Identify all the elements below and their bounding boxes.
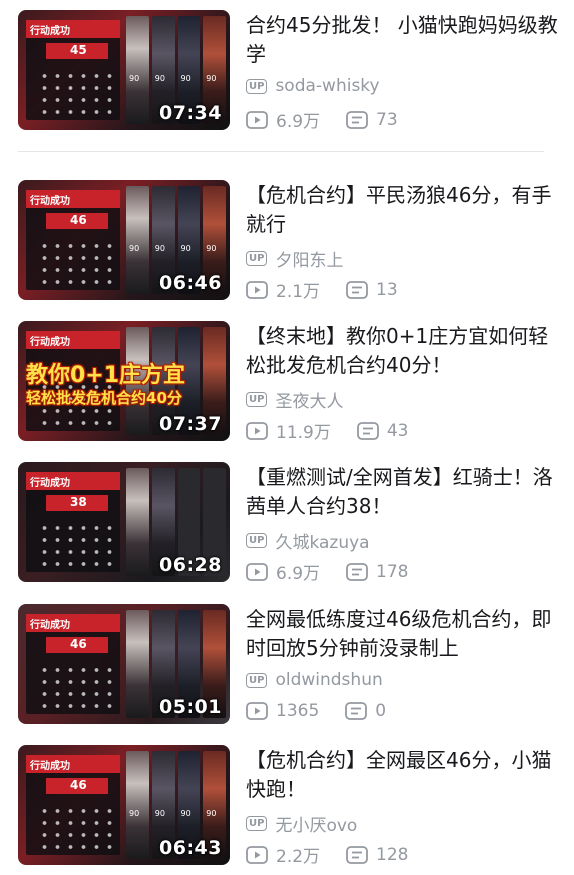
thumbnail-result-panel: 行动成功 38 <box>26 472 120 572</box>
view-count: 2.2万 <box>276 847 321 867</box>
video-title[interactable]: 【危机合约】全网最区46分，小猫快跑！ <box>246 746 558 804</box>
video-duration: 06:43 <box>159 837 222 859</box>
uploader-name: 久城kazuya <box>275 533 370 553</box>
video-thumbnail[interactable]: 行动成功 教你0+1庄方宜 轻松批发危机合约40分 07:37 <box>18 321 230 441</box>
uploader-badge-icon: UP <box>246 533 268 548</box>
uploader-name: soda-whisky <box>275 76 380 96</box>
comment-count-icon <box>345 702 368 720</box>
uploader-row[interactable]: UP 久城kazuya <box>246 528 370 553</box>
thumbnail-header-text: 行动成功 <box>30 337 70 348</box>
comment-count: 0 <box>375 701 387 721</box>
video-stats: 1365 0 <box>246 701 386 721</box>
video-card[interactable]: 行动成功 38 06:28 【重燃测试/全网首发】红骑士！洛茜单人合约38！ U… <box>18 462 558 584</box>
video-title[interactable]: 合约45分批发！ 小猫快跑妈妈级教学 <box>246 11 558 69</box>
video-card[interactable]: 行动成功 46 05:01 全网最低练度过46级危机合约，即时回放5分钟前没录制… <box>18 604 558 724</box>
view-count: 1365 <box>276 701 320 721</box>
uploader-badge-icon: UP <box>246 392 268 407</box>
uploader-row[interactable]: UP 夕阳东上 <box>246 246 343 271</box>
thumbnail-score: 46 <box>70 213 87 227</box>
video-duration: 07:37 <box>159 413 222 435</box>
uploader-row[interactable]: UP 圣夜大人 <box>246 387 343 412</box>
uploader-badge-icon: UP <box>246 816 268 831</box>
comment-count: 73 <box>376 109 398 130</box>
thumbnail-result-panel: 行动成功 46 <box>26 614 120 714</box>
video-duration: 07:34 <box>159 102 222 124</box>
uploader-badge-icon: UP <box>246 78 268 94</box>
thumbnail-score: 38 <box>70 495 87 509</box>
play-count-icon <box>246 110 268 129</box>
video-title[interactable]: 【危机合约】平民汤狼46分，有手就行 <box>246 181 558 239</box>
comment-count-icon <box>346 845 368 864</box>
play-count-icon <box>246 562 268 581</box>
comment-count: 178 <box>376 561 409 582</box>
thumbnail-score: 46 <box>70 637 87 651</box>
uploader-row[interactable]: UP 无小厌ovo <box>246 811 357 836</box>
uploader-name: oldwindshun <box>275 670 383 690</box>
view-count: 11.9万 <box>276 423 331 443</box>
thumbnail-score: 46 <box>70 778 87 792</box>
comment-count: 13 <box>376 279 398 300</box>
thumbnail-header-text: 行动成功 <box>30 761 70 772</box>
video-thumbnail[interactable]: 行动成功 45 90 90 90 90 07:34 <box>18 10 230 130</box>
video-card[interactable]: 行动成功 46 90 90 90 90 06:43 【危机合约】全网最区46分，小猫快… <box>18 745 558 867</box>
uploader-name: 圣夜大人 <box>275 392 344 412</box>
thumbnail-overlay-text: 轻松批发危机合约40分 <box>26 389 182 407</box>
video-card[interactable]: 行动成功 46 90 90 90 90 06:46 【危机合约】平民汤狼46分，有手就… <box>18 180 558 302</box>
uploader-row[interactable]: UP oldwindshun <box>246 670 383 690</box>
play-count-icon <box>246 845 268 864</box>
thumbnail-result-panel: 行动成功 46 <box>26 755 120 855</box>
video-stats: 2.2万 128 <box>246 842 409 867</box>
thumbnail-overlay-text: 教你0+1庄方宜 <box>26 363 186 388</box>
thumbnail-header-text: 行动成功 <box>30 478 70 489</box>
comment-count-icon <box>356 421 379 440</box>
comment-count: 128 <box>376 844 409 865</box>
thumbnail-header-text: 行动成功 <box>30 620 70 631</box>
video-thumbnail[interactable]: 行动成功 46 90 90 90 90 06:43 <box>18 745 230 865</box>
play-count-icon <box>246 702 268 720</box>
play-count-icon <box>246 421 268 440</box>
video-duration: 05:01 <box>159 696 222 718</box>
thumbnail-header-text: 行动成功 <box>30 196 70 207</box>
comment-count: 43 <box>386 420 409 441</box>
play-count-icon <box>246 280 268 299</box>
thumbnail-result-panel: 行动成功 45 <box>26 20 120 120</box>
thumbnail-result-panel: 行动成功 46 <box>26 190 120 290</box>
uploader-row[interactable]: UP soda-whisky <box>246 76 380 96</box>
video-title[interactable]: 【重燃测试/全网首发】红骑士！洛茜单人合约38！ <box>246 463 558 521</box>
video-stats: 6.9万 73 <box>246 107 398 132</box>
video-card[interactable]: 行动成功 教你0+1庄方宜 轻松批发危机合约40分 07:37 【终末地】教你0… <box>18 321 558 443</box>
uploader-badge-icon: UP <box>246 251 268 266</box>
video-thumbnail[interactable]: 行动成功 46 90 90 90 90 06:46 <box>18 180 230 300</box>
comment-count-icon <box>346 280 368 299</box>
thumbnail-score: 45 <box>70 43 87 57</box>
video-stats: 6.9万 178 <box>246 559 409 584</box>
view-count: 2.1万 <box>276 282 321 302</box>
video-duration: 06:46 <box>159 272 222 294</box>
video-stats: 2.1万 13 <box>246 277 398 302</box>
video-card[interactable]: 行动成功 45 90 90 90 90 07:34 合约45分批发！ 小猫快跑妈妈级教… <box>18 10 558 132</box>
video-thumbnail[interactable]: 行动成功 38 06:28 <box>18 462 230 582</box>
uploader-name: 夕阳东上 <box>275 251 344 271</box>
thumbnail-header-text: 行动成功 <box>30 26 70 37</box>
section-divider <box>18 151 544 152</box>
view-count: 6.9万 <box>276 112 321 132</box>
uploader-badge-icon: UP <box>246 672 268 688</box>
video-title[interactable]: 全网最低练度过46级危机合约，即时回放5分钟前没录制上 <box>246 605 558 663</box>
video-stats: 11.9万 43 <box>246 418 409 443</box>
video-duration: 06:28 <box>159 554 222 576</box>
view-count: 6.9万 <box>276 564 321 584</box>
comment-count-icon <box>346 562 368 581</box>
comment-count-icon <box>346 110 368 129</box>
video-title[interactable]: 【终末地】教你0+1庄方宜如何轻松批发危机合约40分！ <box>246 322 558 380</box>
uploader-name: 无小厌ovo <box>275 816 358 836</box>
video-thumbnail[interactable]: 行动成功 46 05:01 <box>18 604 230 724</box>
